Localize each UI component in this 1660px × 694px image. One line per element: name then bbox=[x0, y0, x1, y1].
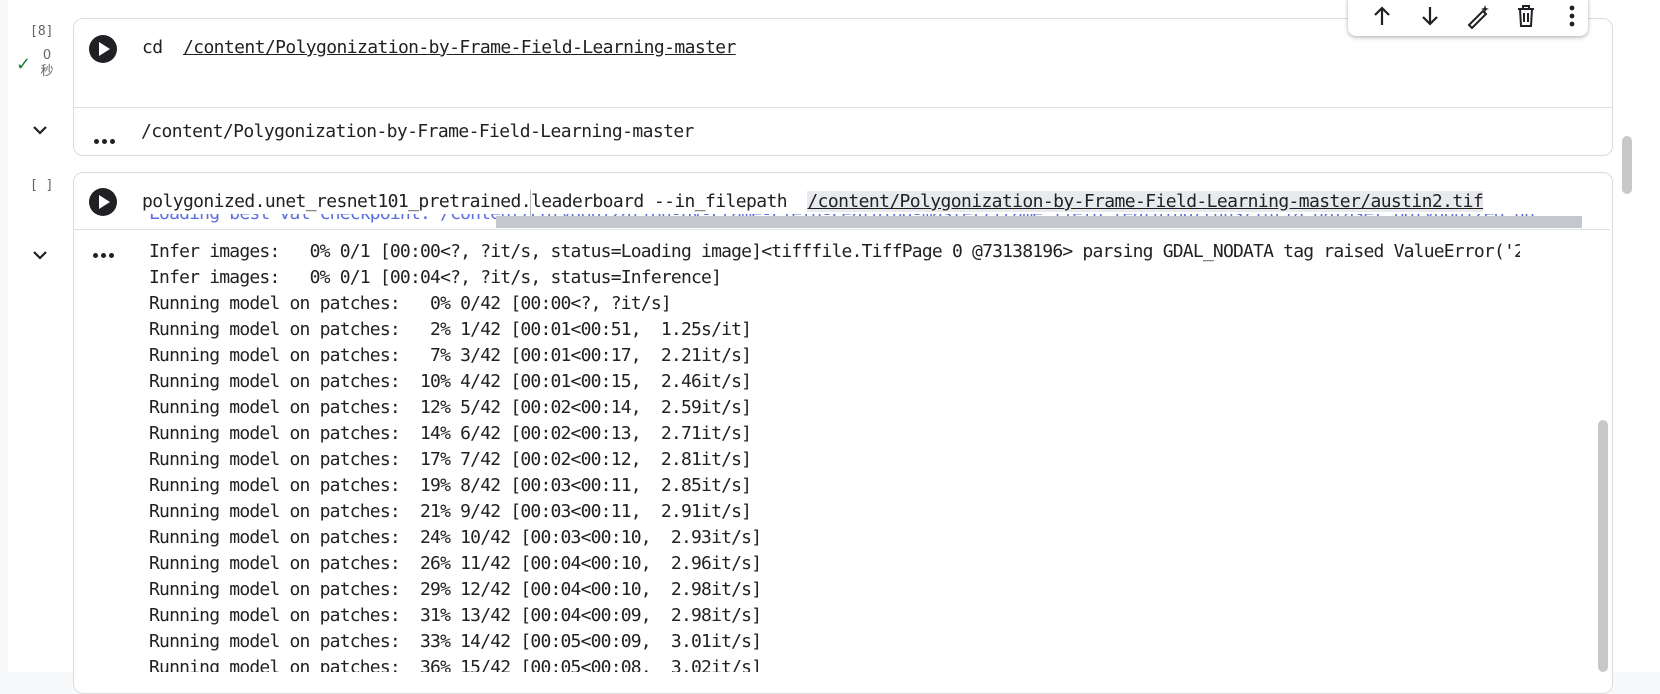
output-line: Running model on patches: 29% 12/42 [00:… bbox=[149, 579, 762, 600]
output-area: Infer images: 0% 0/1 [00:00<?, ?it/s, st… bbox=[8, 226, 1520, 672]
exec-count: [ ] bbox=[30, 178, 54, 193]
output-line: Running model on patches: 0% 0/42 [00:00… bbox=[149, 293, 672, 314]
notebook-page: [8] ✓ 0 秒 cd /content/Polygonization-by-… bbox=[8, 0, 1660, 694]
code-path-link[interactable]: /content/Polygonization-by-Frame-Field-L… bbox=[807, 191, 1484, 212]
output-line: Running model on patches: 17% 7/42 [00:0… bbox=[149, 449, 752, 470]
exec-count: [8] bbox=[30, 24, 54, 39]
run-cell-button[interactable] bbox=[89, 35, 117, 63]
run-cell-button[interactable] bbox=[89, 188, 117, 216]
output-line: Running model on patches: 2% 1/42 [00:01… bbox=[149, 319, 752, 340]
output-more-button[interactable] bbox=[92, 131, 116, 151]
more-options-button[interactable] bbox=[1558, 2, 1586, 30]
more-horiz-icon bbox=[93, 138, 115, 144]
move-down-icon bbox=[1422, 7, 1438, 26]
exec-time: 0 秒 bbox=[40, 48, 54, 79]
output-line: Running model on patches: 7% 3/42 [00:01… bbox=[149, 345, 752, 366]
output-line: Running model on patches: 26% 11/42 [00:… bbox=[149, 553, 762, 574]
output-line: Infer images: 0% 0/1 [00:00<?, ?it/s, st… bbox=[149, 241, 1520, 262]
code-input[interactable]: cd /content/Polygonization-by-Frame-Fiel… bbox=[142, 37, 736, 58]
output-line: /content/Polygonization-by-Frame-Field-L… bbox=[141, 121, 694, 142]
output-line: Running model on patches: 10% 4/42 [00:0… bbox=[149, 371, 752, 392]
output-line: Running model on patches: 31% 13/42 [00:… bbox=[149, 605, 762, 626]
output-line: Running model on patches: 33% 14/42 [00:… bbox=[149, 631, 762, 652]
cell-toolbar bbox=[1348, 0, 1588, 36]
code-command: cd bbox=[142, 37, 163, 58]
delete-cell-button[interactable] bbox=[1512, 2, 1540, 30]
output-line: Running model on patches: 24% 10/42 [00:… bbox=[149, 527, 762, 548]
move-up-icon bbox=[1374, 6, 1390, 25]
output-line: Infer images: 0% 0/1 [00:04<?, ?it/s, st… bbox=[149, 267, 722, 288]
move-cell-up-button[interactable] bbox=[1368, 2, 1396, 30]
move-cell-down-button[interactable] bbox=[1416, 2, 1444, 30]
code-cell[interactable]: cd /content/Polygonization-by-Frame-Fiel… bbox=[73, 18, 1613, 156]
output-line: Running model on patches: 12% 5/42 [00:0… bbox=[149, 397, 752, 418]
output-line: Running model on patches: 19% 8/42 [00:0… bbox=[149, 475, 752, 496]
delete-icon bbox=[1518, 5, 1534, 27]
edit-cell-button[interactable] bbox=[1464, 2, 1492, 30]
output-line: Running model on patches: 36% 15/42 [00:… bbox=[149, 657, 762, 672]
code-args: polygonized.unet_resnet101_pretrained.le… bbox=[142, 191, 788, 212]
output-line: Running model on patches: 21% 9/42 [00:0… bbox=[149, 501, 752, 522]
output-vertical-scrollbar[interactable] bbox=[1598, 420, 1608, 672]
output-line: Running model on patches: 14% 6/42 [00:0… bbox=[149, 423, 752, 444]
output-divider bbox=[74, 107, 1612, 108]
success-check-icon: ✓ bbox=[16, 54, 32, 75]
collapse-output-chevron-icon[interactable] bbox=[30, 120, 50, 140]
page-scrollbar[interactable] bbox=[1622, 136, 1632, 194]
code-input[interactable]: polygonized.unet_resnet101_pretrained.le… bbox=[142, 191, 1484, 212]
code-path-link[interactable]: /content/Polygonization-by-Frame-Field-L… bbox=[183, 37, 736, 58]
edit-magic-icon bbox=[1467, 5, 1489, 29]
more-vert-icon bbox=[1569, 5, 1575, 27]
